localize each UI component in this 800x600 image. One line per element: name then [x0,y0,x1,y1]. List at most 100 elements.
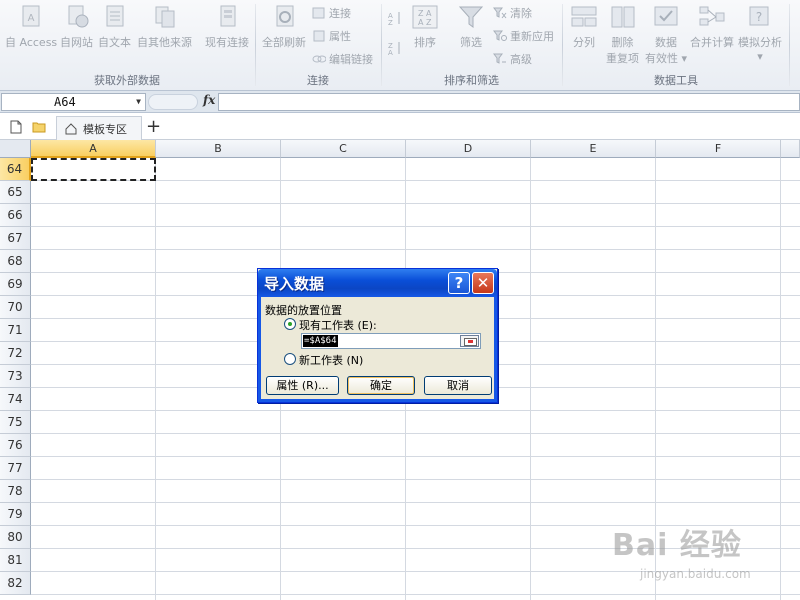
row-header[interactable]: 82 [0,572,31,595]
group-label-sort-filter: 排序和筛选 [444,74,499,87]
row-header[interactable]: 67 [0,227,31,250]
properties-button[interactable]: 属性 (R)... [266,376,339,395]
select-all-corner[interactable] [0,140,31,158]
row-header[interactable]: 75 [0,411,31,434]
remove-duplicates-button[interactable]: 删除 重复项 [606,4,639,66]
help-button[interactable]: ? [448,272,470,294]
other-sources-icon [155,6,174,28]
consolidate-button[interactable]: 合并计算 [690,4,734,50]
svg-text:Z: Z [418,9,424,18]
svg-text:Z: Z [426,18,432,27]
what-if-icon: ? [749,6,769,26]
column-header[interactable]: E [531,140,656,158]
row-header[interactable]: 80 [0,526,31,549]
data-validation-button[interactable]: 数据 有效性 ▾ [645,4,687,66]
reference-input[interactable]: =$A$64 [301,333,481,349]
formula-bar: A64 ▼ fx [0,91,800,113]
svg-text:Z: Z [388,19,393,26]
row-header[interactable]: 76 [0,434,31,457]
sort-button[interactable]: ZAAZ 排序 [411,4,439,50]
refresh-all-button[interactable]: 全部刷新 [262,4,306,50]
group-label-external-data: 获取外部数据 [94,74,160,87]
what-if-analysis-button[interactable]: ? 模拟分析 ▾ [738,4,782,63]
existing-worksheet-radio[interactable] [284,318,296,330]
existing-connections-button[interactable]: 现有连接 [205,4,249,50]
grid-line [31,249,800,250]
home-icon [65,122,77,134]
ok-button[interactable]: 确定 [347,376,415,395]
row-header[interactable]: 71 [0,319,31,342]
text-file-icon [106,5,123,27]
row-header[interactable]: 77 [0,457,31,480]
refresh-icon [276,5,294,27]
row-header[interactable]: 66 [0,204,31,227]
column-header[interactable]: A [31,140,156,158]
row-header[interactable]: 81 [0,549,31,572]
dialog-body: 数据的放置位置 现有工作表 (E): =$A$64 新工作表 (N) 属性 (R… [258,297,497,402]
reapply-icon [493,30,507,41]
tab-template-zone[interactable]: 模板专区 [56,116,142,140]
selected-cell-marquee[interactable] [31,158,156,181]
chevron-down-icon[interactable]: ▼ [136,94,141,110]
from-other-sources-button[interactable]: 自其他来源 [137,4,192,50]
from-text-button[interactable]: 自文本 [98,4,131,50]
edit-links-button[interactable]: 编辑链接 [312,51,373,67]
row-header[interactable]: 78 [0,480,31,503]
svg-text:A: A [28,13,35,24]
column-header[interactable]: B [156,140,281,158]
row-header[interactable]: 64 [0,158,31,181]
group-label-data-tools: 数据工具 [654,74,698,87]
row-header[interactable]: 79 [0,503,31,526]
close-button[interactable]: ✕ [472,272,494,294]
clear-button[interactable]: 清除 [493,5,532,21]
group-label-connections: 连接 [307,74,329,87]
new-document-icon[interactable] [9,120,23,134]
reference-value: =$A$64 [303,335,338,347]
sort-ascending-icon[interactable]: AZ [387,10,403,26]
column-header[interactable]: F [656,140,781,158]
grid-line [31,410,800,411]
from-web-button[interactable]: 自网站 [60,4,93,50]
advanced-filter-icon [493,53,506,64]
new-worksheet-label[interactable]: 新工作表 (N) [299,352,363,368]
filter-button[interactable]: 筛选 [457,4,485,50]
properties-ribbon-button[interactable]: 属性 [312,28,351,44]
name-box[interactable]: A64 ▼ [1,93,146,111]
group-separator [789,4,790,86]
row-header[interactable]: 73 [0,365,31,388]
sort-descending-icon[interactable]: ZA [387,40,403,56]
reapply-button[interactable]: 重新应用 [493,28,554,44]
row-header[interactable]: 72 [0,342,31,365]
watermark-url: jingyan.baidu.com [640,567,751,581]
collapse-dialog-icon[interactable] [460,335,479,347]
advanced-button[interactable]: 高级 [493,51,532,67]
row-header[interactable]: 70 [0,296,31,319]
consolidate-icon [699,6,725,26]
insert-function-icon[interactable]: fx [203,93,215,107]
folder-icon[interactable] [32,120,46,134]
text-to-columns-button[interactable]: 分列 [570,4,598,50]
grid-line [31,456,800,457]
row-header[interactable]: 74 [0,388,31,411]
formula-input[interactable] [218,93,800,111]
import-data-dialog: 导入数据 ? ✕ 数据的放置位置 现有工作表 (E): =$A$64 新工作表 … [257,268,498,403]
column-header[interactable]: D [406,140,531,158]
dialog-title-bar[interactable]: 导入数据 ? ✕ [258,269,497,297]
grid-line [31,594,800,595]
add-tab-button[interactable]: + [146,116,161,137]
group-separator [381,4,382,86]
svg-text:A: A [418,18,424,27]
row-header[interactable]: 65 [0,181,31,204]
group-separator [255,4,256,86]
column-header[interactable] [781,140,800,158]
cancel-button[interactable]: 取消 [424,376,492,395]
existing-worksheet-label[interactable]: 现有工作表 (E): [299,317,377,333]
new-worksheet-radio[interactable] [284,353,296,365]
connections-button[interactable]: 连接 [312,5,351,21]
column-header[interactable]: C [281,140,406,158]
document-tab-bar: 模板专区 + [0,114,800,140]
watermark-logo: Bai 经验 [612,528,742,563]
from-access-button[interactable]: A 自 Access [5,4,57,50]
row-header[interactable]: 68 [0,250,31,273]
row-header[interactable]: 69 [0,273,31,296]
